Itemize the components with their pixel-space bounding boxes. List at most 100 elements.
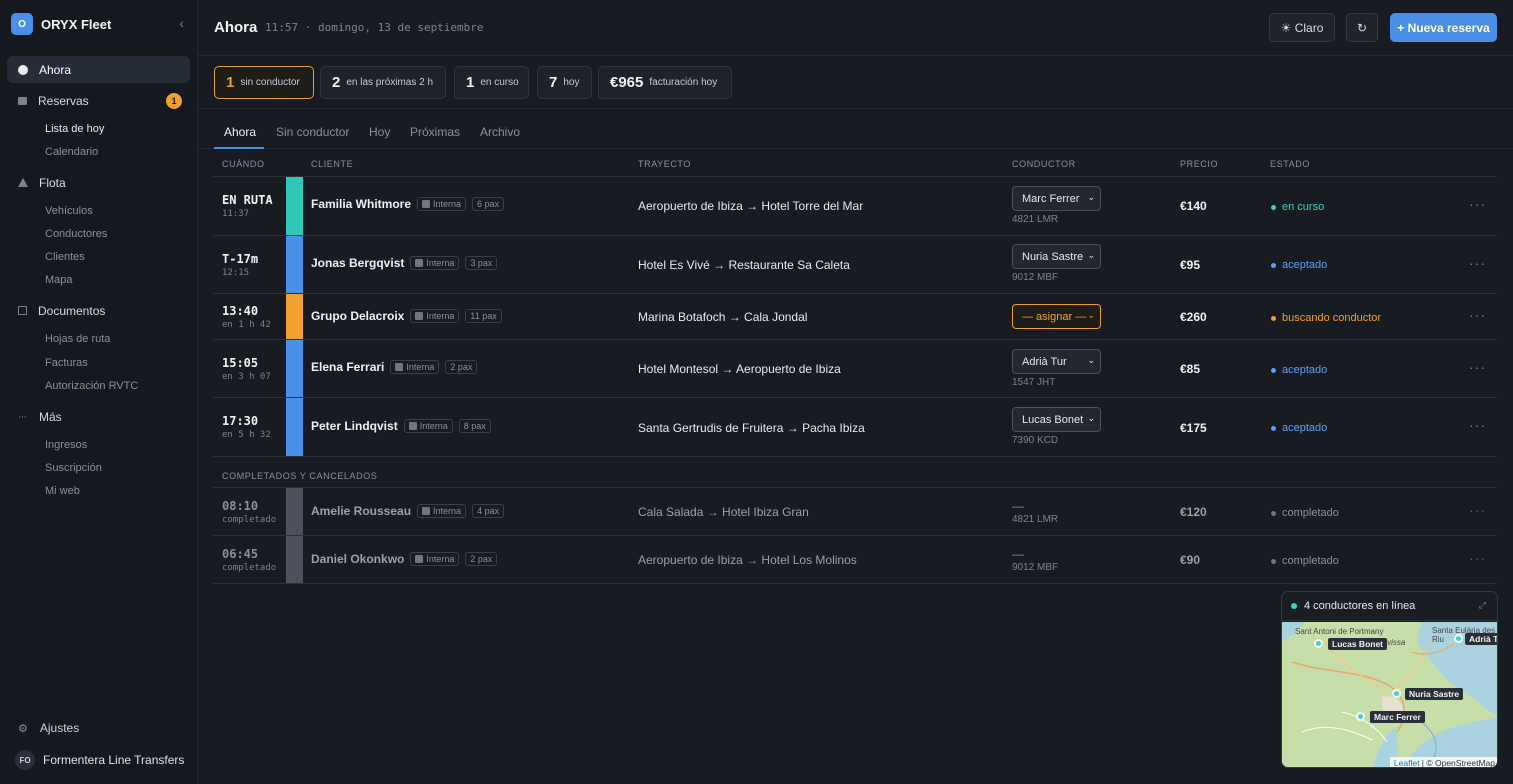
col-header-client[interactable]: CLIENTE — [311, 159, 353, 169]
row-menu-button[interactable]: ··· — [1469, 359, 1486, 375]
table-row[interactable]: 08:10 completado Amelie Rousseau Interna… — [213, 488, 1497, 536]
row-status: aceptado — [1271, 422, 1327, 434]
col-header-when[interactable]: CUÁNDO — [222, 159, 265, 169]
building-icon — [395, 363, 404, 371]
col-header-status[interactable]: ESTADO — [1270, 159, 1310, 169]
row-when: EN RUTA — [222, 193, 273, 207]
table-row[interactable]: T-17m 12:15 Jonas Bergqvist Interna 3 pa… — [213, 236, 1497, 294]
row-menu-button[interactable]: ··· — [1469, 550, 1486, 566]
col-header-driver[interactable]: CONDUCTOR — [1012, 159, 1076, 169]
nav-item-bookings[interactable]: Reservas 1 — [7, 87, 190, 114]
sub-item-my-web[interactable]: Mi web — [45, 485, 80, 497]
stat-revenue-today[interactable]: €965 facturación hoy — [598, 66, 732, 99]
row-menu-button[interactable]: ··· — [1469, 307, 1486, 323]
new-booking-button[interactable]: + Nueva reserva — [1390, 13, 1497, 42]
row-menu-button[interactable]: ··· — [1469, 502, 1486, 518]
tab-archive[interactable]: Archivo — [480, 125, 520, 149]
status-color-bar — [286, 236, 303, 293]
refresh-button[interactable]: ↻ — [1346, 13, 1378, 42]
theme-toggle-button[interactable]: ☀ Claro — [1269, 13, 1335, 42]
driver-select[interactable]: Lucas Bonet ⌄ — [1012, 407, 1101, 432]
bookings-badge: 1 — [166, 93, 182, 109]
table-row[interactable]: 06:45 completado Daniel Okonkwo Interna … — [213, 536, 1497, 584]
collapse-sidebar-icon[interactable]: ‹ — [179, 15, 184, 31]
fleet-icon — [18, 178, 28, 187]
nav-item-more[interactable]: ··· Más — [7, 403, 190, 430]
sub-item-rvtc[interactable]: Autorización RVTC — [45, 380, 138, 392]
map[interactable]: Sant Antoni de Portmany Santa Eulària de… — [1282, 622, 1497, 767]
status-color-bar — [286, 536, 303, 583]
row-when-sub: completado — [222, 515, 277, 525]
internal-tag: Interna — [417, 197, 467, 211]
driver-pin[interactable] — [1392, 689, 1401, 698]
sub-item-subscription[interactable]: Suscripción — [45, 462, 102, 474]
pax-tag: 4 pax — [472, 504, 505, 518]
sidebar: O ORYX Fleet ‹ Ahora Reservas 1 Lista de… — [0, 0, 198, 784]
row-menu-button[interactable]: ··· — [1469, 196, 1486, 212]
row-when: 15:05 — [222, 356, 259, 370]
sub-item-today-list[interactable]: Lista de hoy — [45, 123, 104, 135]
col-header-price[interactable]: PRECIO — [1180, 159, 1218, 169]
driver-select-unassigned[interactable]: — asignar — ⌄ — [1012, 304, 1101, 329]
sub-item-route-sheets[interactable]: Hojas de ruta — [45, 333, 110, 345]
nav-item-documents[interactable]: Documentos — [7, 297, 190, 324]
stat-unassigned[interactable]: 1 sin conductor — [214, 66, 314, 99]
status-color-bar — [286, 488, 303, 535]
driver-select[interactable]: Nuria Sastre ⌄ — [1012, 244, 1101, 269]
vehicle-plate: 1547 JHT — [1012, 377, 1056, 388]
vehicle-plate: 7390 KCD — [1012, 435, 1059, 446]
table-row[interactable]: 17:30 en 5 h 32 Peter Lindqvist Interna … — [213, 398, 1497, 457]
tab-now[interactable]: Ahora — [214, 125, 264, 149]
tag-label: Interna — [426, 258, 455, 268]
driver-pin[interactable] — [1454, 634, 1463, 643]
stat-in-progress[interactable]: 1 en curso — [454, 66, 529, 99]
building-icon — [408, 422, 417, 430]
row-when: 08:10 — [222, 499, 259, 513]
tab-upcoming[interactable]: Próximas — [410, 125, 460, 149]
leaflet-link[interactable]: Leaflet — [1394, 758, 1420, 767]
row-price: €90 — [1180, 553, 1201, 567]
driver-pin[interactable] — [1314, 639, 1323, 648]
chevron-down-icon: ⌄ — [1087, 413, 1095, 423]
map-attribution: Leaflet | © OpenStreetMap — [1389, 757, 1497, 767]
col-header-route[interactable]: TRAYECTO — [638, 159, 691, 169]
building-icon — [415, 312, 424, 320]
status-color-bar — [286, 340, 303, 397]
sub-item-income[interactable]: Ingresos — [45, 439, 87, 451]
client-name: Elena Ferrari — [311, 360, 385, 374]
building-icon — [415, 555, 424, 563]
driver-empty: — — [1012, 499, 1024, 513]
table-row[interactable]: 13:40 en 1 h 42 Grupo Delacroix Interna … — [213, 294, 1497, 340]
stat-next-2h[interactable]: 2 en las próximas 2 h — [320, 66, 446, 99]
expand-icon[interactable]: ⤢ — [1479, 600, 1486, 611]
nav-item-fleet[interactable]: Flota — [7, 169, 190, 196]
client-name: Peter Lindqvist — [311, 419, 398, 433]
stat-today[interactable]: 7 hoy — [537, 66, 592, 99]
driver-select[interactable]: Marc Ferrer ⌄ — [1012, 186, 1101, 211]
brand[interactable]: O ORYX Fleet ‹ — [11, 12, 189, 36]
nav-item-now[interactable]: Ahora — [7, 56, 190, 83]
settings-link[interactable]: ⚙ Ajustes — [18, 721, 79, 735]
account-name: Formentera Line Transfers — [43, 753, 185, 767]
table-row[interactable]: EN RUTA 11:37 Familia Whitmore Interna 6… — [213, 177, 1497, 236]
row-route: Hotel Es Vivé → Restaurante Sa Caleta — [638, 258, 850, 272]
sub-item-calendar[interactable]: Calendario — [45, 146, 98, 158]
row-menu-button[interactable]: ··· — [1469, 255, 1486, 271]
row-status: buscando conductor — [1271, 312, 1381, 324]
table-row[interactable]: 15:05 en 3 h 07 Elena Ferrari Interna 2 … — [213, 340, 1497, 398]
row-when-sub: en 3 h 07 — [222, 372, 271, 382]
sub-item-vehicles[interactable]: Vehículos — [45, 205, 93, 217]
account-switcher[interactable]: FO Formentera Line Transfers — [15, 750, 184, 770]
sub-item-clients[interactable]: Clientes — [45, 251, 85, 263]
sub-item-drivers[interactable]: Conductores — [45, 228, 107, 240]
tab-today[interactable]: Hoy — [369, 125, 390, 149]
driver-select[interactable]: Adrià Tur ⌄ — [1012, 349, 1101, 374]
sub-item-map[interactable]: Mapa — [45, 274, 73, 286]
row-menu-button[interactable]: ··· — [1469, 417, 1486, 433]
driver-pin[interactable] — [1356, 712, 1365, 721]
pax-tag: 3 pax — [465, 256, 498, 270]
tab-unassigned[interactable]: Sin conductor — [276, 125, 349, 149]
client-name: Grupo Delacroix — [311, 309, 405, 323]
map-place-label: Sant Antoni de Portmany — [1295, 627, 1384, 636]
sub-item-invoices[interactable]: Facturas — [45, 357, 88, 369]
